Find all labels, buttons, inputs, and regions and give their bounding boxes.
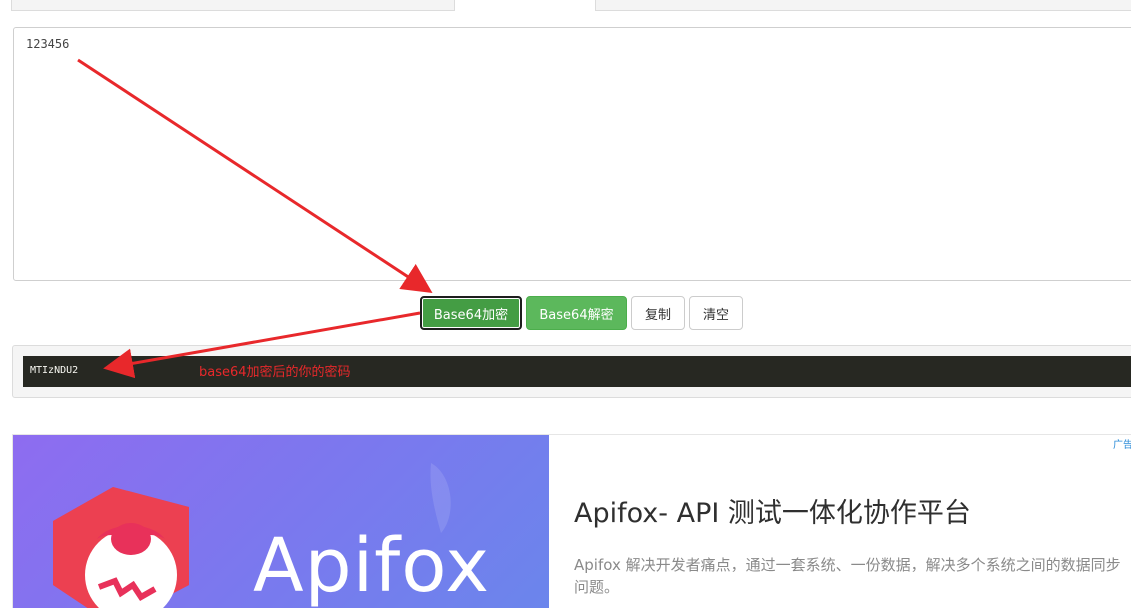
ad-tag-label: 广告: [1113, 440, 1131, 451]
tab-strip: [0, 0, 1131, 11]
base64-encode-button[interactable]: Base64加密: [420, 296, 522, 330]
ad-image[interactable]: Apifox: [13, 435, 549, 608]
clear-button[interactable]: 清空: [689, 296, 743, 330]
annotation-label: base64加密后的你的密码: [199, 365, 351, 380]
output-text[interactable]: MTIzNDU2: [30, 365, 78, 376]
copy-button[interactable]: 复制: [631, 296, 685, 330]
ad-description: Apifox 解决开发者痛点，通过一套系统、一份数据，解决多个系统之间的数据同步…: [574, 556, 1121, 596]
ad-title[interactable]: Apifox- API 测试一体化协作平台: [574, 491, 971, 530]
input-textarea[interactable]: 123456: [13, 27, 1131, 281]
base64-decode-button[interactable]: Base64解密: [526, 296, 627, 330]
tab-active[interactable]: [455, 0, 595, 11]
tab-left[interactable]: [11, 0, 455, 11]
tab-right[interactable]: [595, 0, 1131, 11]
ad-logo-text: Apifox: [253, 523, 490, 608]
ad-banner[interactable]: Apifox 广告 Apifox- API 测试一体化协作平台 Apifox 解…: [12, 434, 1131, 608]
output-code-block[interactable]: MTIzNDU2 base64加密后的你的密码: [23, 356, 1131, 387]
output-panel: MTIzNDU2 base64加密后的你的密码: [12, 345, 1131, 398]
